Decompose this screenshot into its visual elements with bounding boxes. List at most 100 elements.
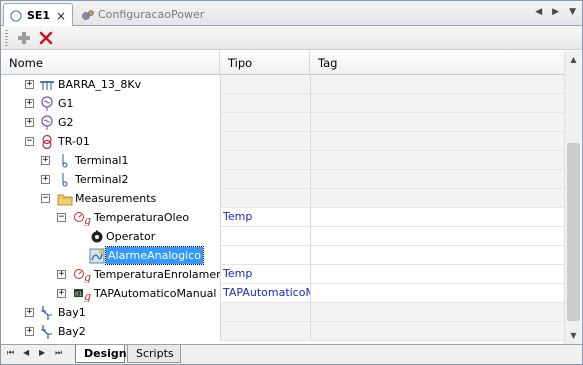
- cell-tag[interactable]: [310, 170, 564, 189]
- node-label[interactable]: TR-01: [58, 132, 90, 151]
- tab-design[interactable]: Design: [75, 345, 127, 363]
- cell-tag[interactable]: [310, 322, 564, 341]
- cell-tipo[interactable]: [220, 113, 310, 132]
- analog-measure-icon: g: [73, 267, 95, 283]
- node-label[interactable]: Operator: [106, 227, 155, 246]
- tab-scripts[interactable]: Scripts: [127, 345, 181, 363]
- tab-se1[interactable]: SE1 ×: [3, 3, 73, 27]
- expand-icon[interactable]: +: [25, 308, 34, 317]
- cell-tipo[interactable]: [220, 227, 310, 246]
- last-tab-icon[interactable]: ⏭: [55, 348, 62, 358]
- tree-row[interactable]: + Terminal1: [1, 151, 564, 170]
- tree-row[interactable]: + G2: [1, 113, 564, 132]
- next-tab-icon[interactable]: ▶: [39, 348, 45, 357]
- cell-tipo[interactable]: [220, 132, 310, 151]
- toolbar-grip[interactable]: [5, 29, 8, 46]
- cell-tipo[interactable]: [220, 246, 310, 265]
- tree-row[interactable]: + g TemperaturaEnrolamento Temp: [1, 265, 564, 284]
- svg-text:g: g: [84, 271, 91, 283]
- cell-tipo[interactable]: [220, 94, 310, 113]
- node-label[interactable]: TemperaturaEnrolamento: [94, 265, 234, 284]
- cell-tag[interactable]: [310, 113, 564, 132]
- scrollbar-thumb[interactable]: [567, 143, 580, 321]
- node-label[interactable]: TemperaturaOleo: [94, 208, 189, 227]
- node-label[interactable]: G2: [58, 113, 74, 132]
- node-label[interactable]: TAPAutomaticoManual: [94, 284, 216, 303]
- cell-tipo[interactable]: [220, 189, 310, 208]
- tree-row[interactable]: + BARRA_13_8Kv: [1, 75, 564, 94]
- cell-tag[interactable]: [310, 75, 564, 94]
- cell-nome: Operator: [1, 227, 220, 246]
- cell-nome: − Measurements: [1, 189, 220, 208]
- node-label[interactable]: Terminal2: [75, 170, 129, 189]
- scroll-left-icon[interactable]: ◀: [535, 7, 542, 17]
- scroll-down-icon[interactable]: ▼: [565, 327, 582, 344]
- close-icon[interactable]: ×: [56, 9, 66, 23]
- analog-alarm-icon: [89, 248, 105, 264]
- cell-tipo[interactable]: Temp: [220, 208, 310, 227]
- cell-tag[interactable]: [310, 189, 564, 208]
- cell-tipo[interactable]: [220, 170, 310, 189]
- expand-icon[interactable]: +: [25, 99, 34, 108]
- tree-row[interactable]: +01gTAPAutomaticoManualTAPAutomaticoMa: [1, 284, 564, 303]
- collapse-icon[interactable]: −: [41, 194, 50, 203]
- column-header-tag[interactable]: Tag: [310, 51, 564, 75]
- scroll-right-icon[interactable]: ▶: [552, 7, 559, 17]
- cell-tipo[interactable]: [220, 303, 310, 322]
- expand-icon[interactable]: +: [25, 80, 34, 89]
- expand-icon[interactable]: +: [25, 118, 34, 127]
- previous-tab-icon[interactable]: ◀: [23, 348, 29, 357]
- cell-nome: + g TemperaturaEnrolamento: [1, 265, 234, 284]
- add-button[interactable]: [14, 28, 34, 48]
- tree-row[interactable]: − Measurements: [1, 189, 564, 208]
- gear-icon: [81, 9, 94, 21]
- expand-icon[interactable]: +: [41, 156, 50, 165]
- scroll-up-icon[interactable]: ▲: [565, 51, 582, 68]
- cell-tipo[interactable]: Temp: [220, 265, 310, 284]
- tree-row[interactable]: − TR-01: [1, 132, 564, 151]
- cell-tag[interactable]: [310, 94, 564, 113]
- cell-tipo[interactable]: [220, 151, 310, 170]
- cell-tag[interactable]: [310, 132, 564, 151]
- expand-icon[interactable]: +: [41, 175, 50, 184]
- node-label[interactable]: G1: [58, 94, 74, 113]
- tree-row[interactable]: + Bay2: [1, 322, 564, 341]
- tree-row[interactable]: + Bay1: [1, 303, 564, 322]
- cell-nome: + Terminal1: [1, 151, 220, 170]
- tab-configuracao-power[interactable]: ConfiguracaoPower: [75, 3, 210, 26]
- delete-button[interactable]: [36, 28, 56, 48]
- cell-tag[interactable]: [310, 227, 564, 246]
- cell-tag[interactable]: [310, 151, 564, 170]
- cell-tipo[interactable]: [220, 322, 310, 341]
- node-label[interactable]: Terminal1: [75, 151, 129, 170]
- node-label[interactable]: Bay1: [58, 303, 86, 322]
- column-header-nome[interactable]: Nome: [1, 51, 220, 75]
- collapse-icon[interactable]: −: [25, 137, 34, 146]
- cell-tag[interactable]: [310, 303, 564, 322]
- tree-row[interactable]: AlarmeAnalogico: [1, 246, 564, 265]
- tree-row[interactable]: + Terminal2: [1, 170, 564, 189]
- column-header-tipo[interactable]: Tipo: [220, 51, 310, 75]
- node-label[interactable]: Measurements: [75, 189, 156, 208]
- expand-icon[interactable]: +: [57, 289, 66, 298]
- tree-row[interactable]: + G1: [1, 94, 564, 113]
- vertical-scrollbar[interactable]: ▲ ▼: [564, 51, 581, 344]
- cell-tipo[interactable]: [220, 75, 310, 94]
- tree-row[interactable]: Operator: [1, 227, 564, 246]
- cell-tag[interactable]: [310, 265, 564, 284]
- operator-icon: [89, 229, 105, 245]
- first-tab-icon[interactable]: ⏮: [7, 348, 14, 358]
- cell-tag[interactable]: [310, 284, 564, 303]
- expand-icon[interactable]: +: [25, 327, 34, 336]
- tab-list-dropdown-icon[interactable]: ▼: [569, 7, 576, 17]
- tree-row[interactable]: − g TemperaturaOleo Temp: [1, 208, 564, 227]
- expand-icon[interactable]: +: [57, 270, 66, 279]
- node-label[interactable]: BARRA_13_8Kv: [58, 75, 141, 94]
- node-label[interactable]: Bay2: [58, 322, 86, 341]
- cell-tag[interactable]: [310, 208, 564, 227]
- collapse-icon[interactable]: −: [57, 213, 66, 222]
- cell-tipo[interactable]: TAPAutomaticoMa: [220, 284, 310, 303]
- cell-tag[interactable]: [310, 246, 564, 265]
- selected-node-label[interactable]: AlarmeAnalogico: [105, 246, 204, 265]
- tree-rows: + BARRA_13_8Kv + G1 + G2 − TR-01 + Terminal1 + Term…: [1, 75, 564, 341]
